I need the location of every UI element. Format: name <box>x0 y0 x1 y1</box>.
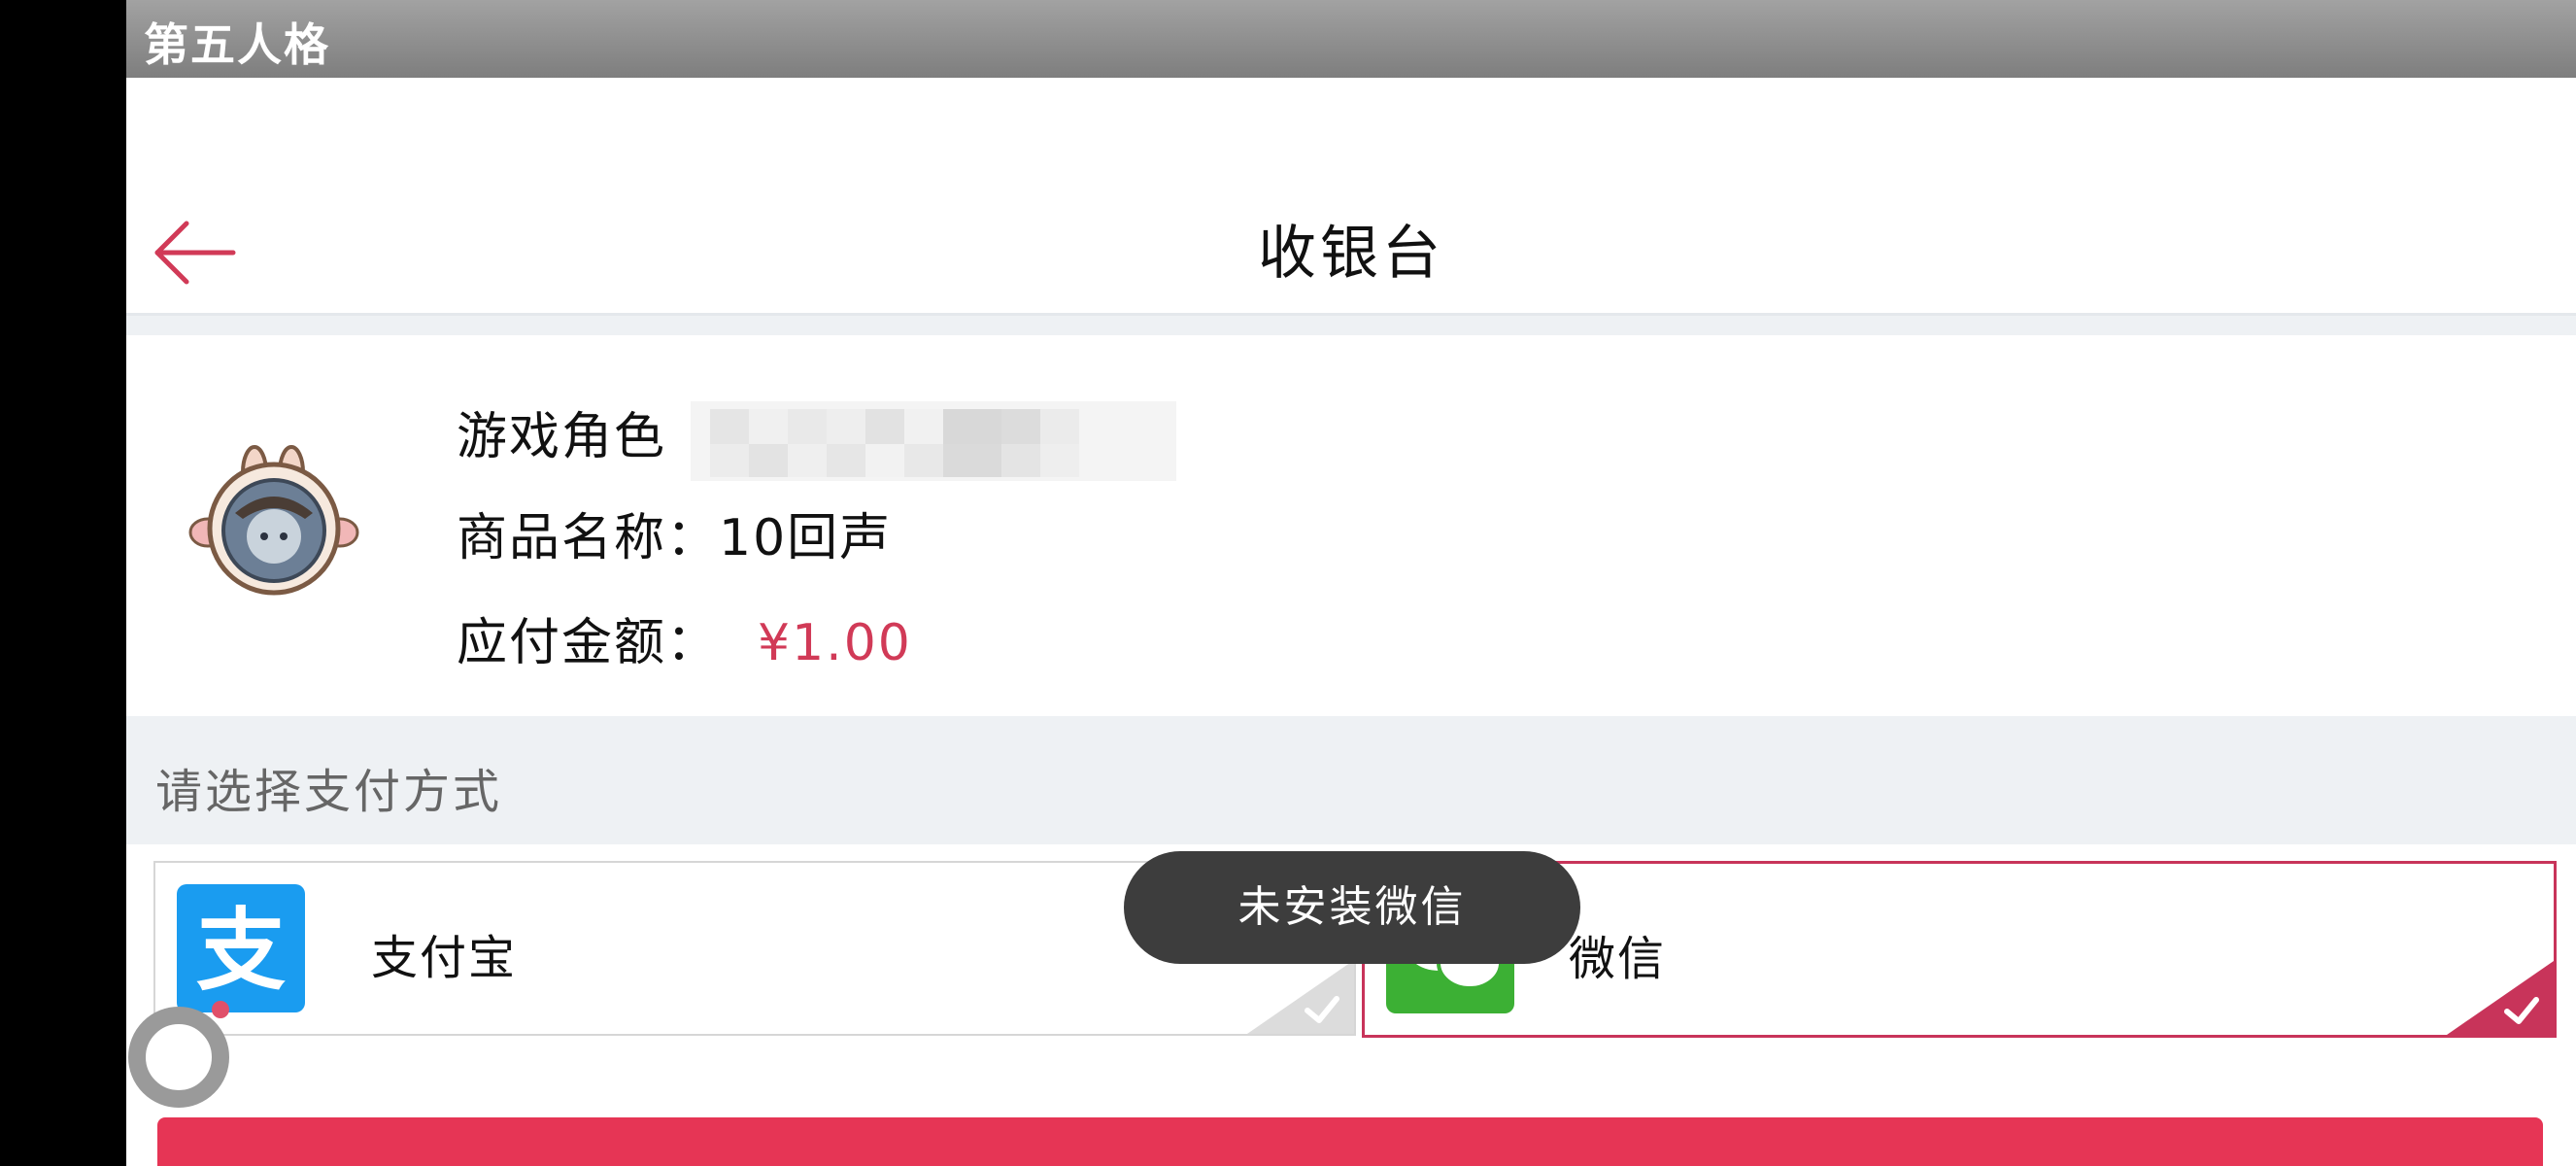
confirm-pay-button[interactable] <box>157 1117 2543 1166</box>
floating-assistant-button[interactable] <box>128 1007 229 1108</box>
selected-check-icon <box>2447 961 2554 1035</box>
alipay-icon: 支 <box>177 884 305 1012</box>
app-title-bar: 第五人格 <box>126 0 2576 78</box>
app-window: 第五人格 收银台 游戏角色 商品名称：10回声 应付金额： ¥1.00 请选择支… <box>126 0 2576 1166</box>
payment-section-label: 请选择支付方式 <box>155 765 503 819</box>
amount-value: ¥1.00 <box>758 614 912 672</box>
game-role-label: 游戏角色 <box>457 408 667 466</box>
notification-dot <box>212 1001 229 1018</box>
page-title: 收银台 <box>1258 220 1444 288</box>
toast-message: 未安装微信 <box>1124 851 1580 964</box>
payment-section-header: 请选择支付方式 <box>126 716 2576 844</box>
divider <box>126 316 2576 335</box>
product-row: 商品名称：10回声 <box>457 497 892 569</box>
wechat-label: 微信 <box>1569 932 1667 986</box>
amount-label: 应付金额： <box>457 614 720 672</box>
alipay-label: 支付宝 <box>371 931 518 985</box>
unselected-check-icon <box>1247 960 1354 1034</box>
product-name: 10回声 <box>719 509 893 567</box>
product-label: 商品名称： <box>457 509 720 567</box>
order-summary: 游戏角色 商品名称：10回声 应付金额： ¥1.00 <box>126 335 2576 716</box>
avatar <box>188 445 359 596</box>
amount-row: 应付金额： ¥1.00 <box>457 601 912 674</box>
navigation-bar: 收银台 <box>126 78 2576 316</box>
blurred-role-name <box>690 401 1176 481</box>
app-name: 第五人格 <box>144 18 330 71</box>
game-role-row: 游戏角色 <box>457 392 1176 489</box>
svg-text:支: 支 <box>196 899 286 1003</box>
